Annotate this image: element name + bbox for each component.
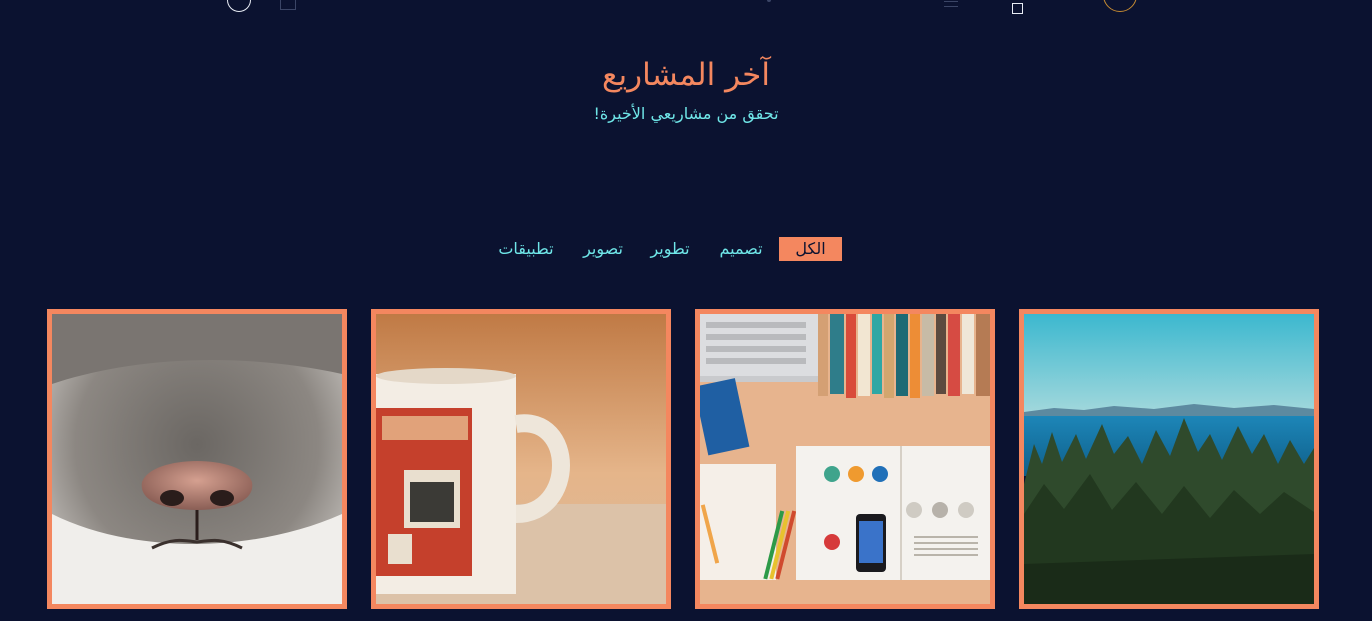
portfolio-item-forest[interactable] xyxy=(1019,309,1319,609)
checkbox-icon[interactable] xyxy=(1012,3,1023,14)
filter-all[interactable]: الكل xyxy=(779,237,842,261)
portfolio-filters: الكل تصميم تطوير تصوير تطبيقات xyxy=(0,237,1372,261)
menu-icon[interactable] xyxy=(944,1,958,7)
filter-design[interactable]: تصميم xyxy=(714,237,768,261)
filter-apps[interactable]: تطبيقات xyxy=(494,237,558,261)
section-title: آخر المشاريع xyxy=(602,57,770,93)
portfolio-item-desk[interactable] xyxy=(695,309,995,609)
square-icon[interactable] xyxy=(280,0,296,10)
portfolio-item-cat[interactable] xyxy=(47,309,347,609)
portfolio-item-mug[interactable] xyxy=(371,309,671,609)
dot-icon xyxy=(767,0,771,2)
logo-ring-icon[interactable] xyxy=(1103,0,1137,12)
desk-laptop-image xyxy=(700,314,990,604)
section-subtitle: تحقق من مشاريعي الأخيرة! xyxy=(593,104,779,123)
forest-lake-image xyxy=(1024,314,1314,604)
cat-nose-image xyxy=(52,314,342,604)
circle-icon[interactable] xyxy=(227,0,251,12)
coffee-mug-image xyxy=(376,314,666,604)
portfolio-gallery xyxy=(0,309,1372,609)
top-navigation xyxy=(0,0,1372,20)
filter-photography[interactable]: تصوير xyxy=(580,237,626,261)
filter-development[interactable]: تطوير xyxy=(648,237,692,261)
